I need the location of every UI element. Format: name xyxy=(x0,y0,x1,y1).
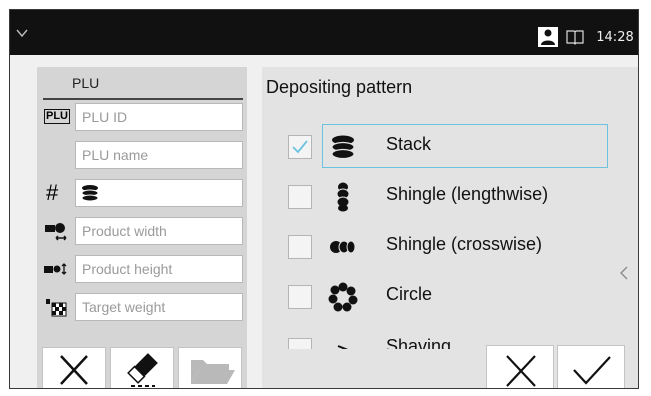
circle-checkbox[interactable] xyxy=(288,285,312,309)
plu-id-icon: PLU xyxy=(42,103,72,131)
app-window: 14:28 PLU PLU PLU ID PLU name # Product … xyxy=(9,9,639,389)
checkmark-icon xyxy=(292,140,308,154)
depositing-pattern-panel: Depositing pattern Stack Shingle (length… xyxy=(262,67,638,388)
circle-pattern-icon xyxy=(328,282,358,312)
circle-label: Circle xyxy=(386,284,433,304)
shaving-checkbox[interactable] xyxy=(288,338,312,349)
depositing-pattern-title: Depositing pattern xyxy=(266,77,413,97)
clock: 14:28 xyxy=(596,30,634,45)
close-icon xyxy=(60,355,88,385)
eraser-icon xyxy=(127,353,158,387)
plu-id-input[interactable]: PLU ID xyxy=(75,103,243,131)
shingle-crosswise-label: Shingle (crosswise) xyxy=(386,234,543,254)
product-width-input[interactable]: Product width xyxy=(75,217,243,245)
confirm-button[interactable] xyxy=(557,345,625,388)
target-weight-input[interactable]: Target weight xyxy=(75,293,243,321)
stack-label: Stack xyxy=(386,134,432,154)
pattern-option-stack[interactable]: Stack xyxy=(262,124,638,170)
pattern-option-circle[interactable]: Circle xyxy=(262,274,638,320)
stack-checkbox[interactable] xyxy=(288,135,312,159)
main-content: PLU PLU PLU ID PLU name # Product width … xyxy=(10,55,638,388)
shingle-lengthwise-label: Shingle (lengthwise) xyxy=(386,184,549,204)
shingle-lengthwise-icon xyxy=(336,182,350,212)
shingle-crosswise-checkbox[interactable] xyxy=(288,235,312,259)
plu-panel-title: PLU xyxy=(43,73,243,100)
chevron-down-icon[interactable] xyxy=(16,27,28,39)
shaving-icon xyxy=(337,345,349,349)
plu-name-input[interactable]: PLU name xyxy=(75,141,243,169)
count-icon: # xyxy=(42,179,72,207)
selected-highlight xyxy=(322,124,608,168)
product-height-icon xyxy=(44,263,67,275)
stack-icon xyxy=(331,135,355,160)
product-width-icon xyxy=(45,223,67,241)
pattern-option-shingle-crosswise[interactable]: Shingle (crosswise) xyxy=(262,224,638,270)
book-icon[interactable] xyxy=(565,27,585,47)
cancel-icon xyxy=(506,355,536,387)
shaving-label: Shaving xyxy=(386,336,452,349)
cancel-button[interactable] xyxy=(486,345,554,388)
plu-badge: PLU xyxy=(44,109,70,124)
clear-plu-button[interactable] xyxy=(42,347,106,388)
shingle-lengthwise-checkbox[interactable] xyxy=(288,185,312,209)
chevron-left-icon[interactable] xyxy=(619,265,629,281)
pattern-field[interactable] xyxy=(75,179,243,207)
top-status-bar: 14:28 xyxy=(10,10,638,55)
plu-panel: PLU PLU PLU ID PLU name # Product width … xyxy=(37,67,247,388)
product-height-input[interactable]: Product height xyxy=(75,255,243,283)
open-folder-button[interactable] xyxy=(178,347,242,388)
stack-icon xyxy=(81,185,99,202)
pattern-option-shingle-lengthwise[interactable]: Shingle (lengthwise) xyxy=(262,174,638,220)
target-weight-icon xyxy=(46,299,67,317)
user-icon[interactable] xyxy=(538,27,558,47)
confirm-icon xyxy=(573,356,611,385)
shingle-crosswise-icon xyxy=(330,240,356,254)
folder-icon xyxy=(191,360,235,384)
erase-button[interactable] xyxy=(110,347,174,388)
hash-symbol: # xyxy=(46,180,59,205)
